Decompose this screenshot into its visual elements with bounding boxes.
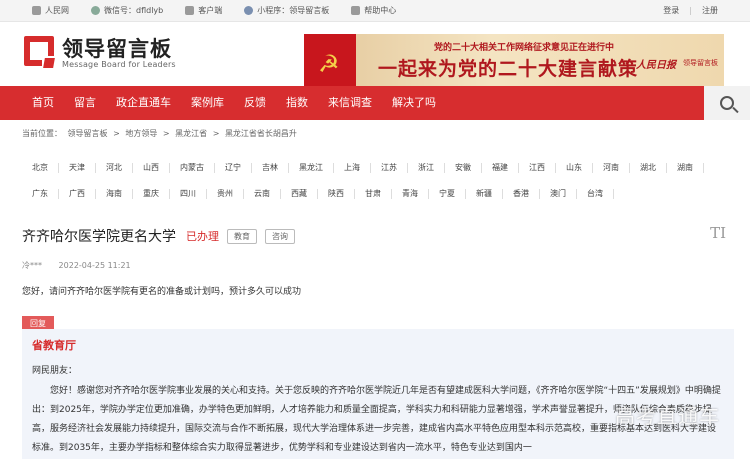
- breadcrumb-item[interactable]: 地方领导: [125, 129, 157, 138]
- banner-brand-2: 领导留言板: [683, 59, 718, 67]
- region-link[interactable]: 青海: [392, 189, 429, 199]
- miniprogram-link[interactable]: 小程序：领导留言板: [244, 5, 329, 16]
- reply-department: 省教育厅: [32, 339, 76, 352]
- region-link[interactable]: 河北: [96, 163, 133, 173]
- nav-item-home[interactable]: 首页: [22, 86, 64, 120]
- logo-subtitle: Message Board for Leaders: [62, 59, 176, 69]
- region-link[interactable]: 新疆: [466, 189, 503, 199]
- region-link[interactable]: 浙江: [408, 163, 445, 173]
- search-icon: [720, 96, 734, 110]
- region-link[interactable]: 云南: [244, 189, 281, 199]
- wechat-link[interactable]: 微信号：dfldlyb: [91, 5, 163, 16]
- question-meta: 冷*** 2022-04-25 11:21: [22, 260, 145, 271]
- type-tag[interactable]: 咨询: [265, 228, 295, 244]
- nav-item-message[interactable]: 留言: [64, 86, 106, 120]
- reply-box: 省教育厅 网民朋友： 您好！感谢您对齐齐哈尔医学院事业发展的关心和支持。关于您反…: [22, 329, 734, 459]
- nav-item-solved[interactable]: 解决了吗: [382, 86, 446, 120]
- region-link[interactable]: 贵州: [207, 189, 244, 199]
- region-link[interactable]: 广东: [22, 189, 59, 199]
- breadcrumb-item[interactable]: 黑龙江省: [175, 129, 207, 138]
- region-link[interactable]: 四川: [170, 189, 207, 199]
- side-mark: TI: [710, 224, 726, 242]
- region-link[interactable]: 湖北: [630, 163, 667, 173]
- breadcrumb-item[interactable]: 黑龙江省省长胡昌升: [225, 129, 297, 138]
- category-tag[interactable]: 教育: [227, 228, 257, 244]
- people-net-link[interactable]: 人民网: [32, 5, 69, 16]
- region-link[interactable]: 天津: [59, 163, 96, 173]
- region-link[interactable]: 山西: [133, 163, 170, 173]
- client-link[interactable]: 客户端: [185, 5, 222, 16]
- region-link[interactable]: 北京: [22, 163, 59, 173]
- phone-icon: [185, 6, 195, 15]
- watermark: 高考直通车: [615, 404, 720, 428]
- wechat-icon: [91, 6, 100, 15]
- timestamp: 2022-04-25 11:21: [58, 261, 131, 270]
- nav-item-enterprise[interactable]: 政企直通车: [106, 86, 181, 120]
- region-link[interactable]: 江苏: [371, 163, 408, 173]
- region-link[interactable]: 湖南: [667, 163, 704, 173]
- status-badge: 已办理: [186, 230, 219, 243]
- region-link[interactable]: 陕西: [318, 189, 355, 199]
- region-list: 北京 天津 河北 山西 内蒙古 辽宁 吉林 黑龙江 上海 江苏 浙江 安徽 福建 江西 山东 河南 湖北 湖南 广…: [22, 155, 734, 207]
- question-header: 齐齐哈尔医学院更名大学 已办理 教育 咨询: [22, 226, 295, 246]
- region-link[interactable]: 安徽: [445, 163, 482, 173]
- people-net-icon: [32, 6, 41, 15]
- logo-mark-icon: [24, 36, 58, 72]
- search-button[interactable]: [704, 86, 750, 120]
- top-bar: 人民网 微信号：dfldlyb 客户端 小程序：领导留言板 帮助中心 登录 | …: [0, 0, 750, 22]
- region-link[interactable]: 辽宁: [215, 163, 252, 173]
- region-link[interactable]: 内蒙古: [170, 163, 215, 173]
- login-link[interactable]: 登录: [663, 5, 679, 16]
- logo-title: 领导留言板: [62, 36, 172, 61]
- breadcrumb-item[interactable]: 领导留言板: [68, 129, 108, 138]
- region-row: 北京 天津 河北 山西 内蒙古 辽宁 吉林 黑龙江 上海 江苏 浙江 安徽 福建 江西 山东 河南 湖北 湖南: [22, 155, 734, 181]
- region-link[interactable]: 澳门: [540, 189, 577, 199]
- main-nav: 首页 留言 政企直通车 案例库 反馈 指数 来信调查 解决了吗: [0, 86, 750, 120]
- header: 领导留言板 Message Board for Leaders ☭ 党的二十大相…: [0, 22, 750, 96]
- question-content: 您好，请问齐齐哈尔医学院有更名的准备或计划吗，预计多久可以成功: [22, 287, 302, 297]
- nav-item-feedback[interactable]: 反馈: [234, 86, 276, 120]
- nav-item-survey[interactable]: 来信调查: [318, 86, 382, 120]
- breadcrumb: 当前位置： 领导留言板 > 地方领导 > 黑龙江省 > 黑龙江省省长胡昌升: [22, 129, 297, 138]
- help-link[interactable]: 帮助中心: [351, 5, 396, 16]
- author: 冷***: [22, 261, 42, 270]
- nav-item-cases[interactable]: 案例库: [181, 86, 234, 120]
- region-link[interactable]: 上海: [334, 163, 371, 173]
- region-link[interactable]: 吉林: [252, 163, 289, 173]
- region-link[interactable]: 黑龙江: [289, 163, 334, 173]
- region-link[interactable]: 海南: [96, 189, 133, 199]
- region-row: 广东 广西 海南 重庆 四川 贵州 云南 西藏 陕西 甘肃 青海 宁夏 新疆 香港 澳门 台湾: [22, 181, 734, 207]
- banner-subtitle: 党的二十大相关工作网络征求意见正在进行中: [434, 43, 615, 53]
- region-link[interactable]: 香港: [503, 189, 540, 199]
- nav-item-index[interactable]: 指数: [276, 86, 318, 120]
- region-link[interactable]: 福建: [482, 163, 519, 173]
- miniprogram-icon: [244, 6, 254, 15]
- banner-brand: 人民日报: [636, 60, 676, 71]
- region-link[interactable]: 江西: [519, 163, 556, 173]
- region-link[interactable]: 河南: [593, 163, 630, 173]
- region-link[interactable]: 广西: [59, 189, 96, 199]
- region-link[interactable]: 山东: [556, 163, 593, 173]
- site-logo[interactable]: 领导留言板 Message Board for Leaders: [24, 36, 176, 72]
- region-link[interactable]: 台湾: [577, 189, 614, 199]
- region-link[interactable]: 西藏: [281, 189, 318, 199]
- region-link[interactable]: 宁夏: [429, 189, 466, 199]
- banner-title: 一起来为党的二十大建言献策: [378, 58, 639, 80]
- region-link[interactable]: 甘肃: [355, 189, 392, 199]
- reply-greeting: 网民朋友：: [32, 366, 78, 376]
- question-title: 齐齐哈尔医学院更名大学: [22, 229, 176, 245]
- separator: |: [689, 6, 692, 15]
- region-link[interactable]: 重庆: [133, 189, 170, 199]
- register-link[interactable]: 注册: [702, 5, 718, 16]
- help-icon: [351, 6, 361, 15]
